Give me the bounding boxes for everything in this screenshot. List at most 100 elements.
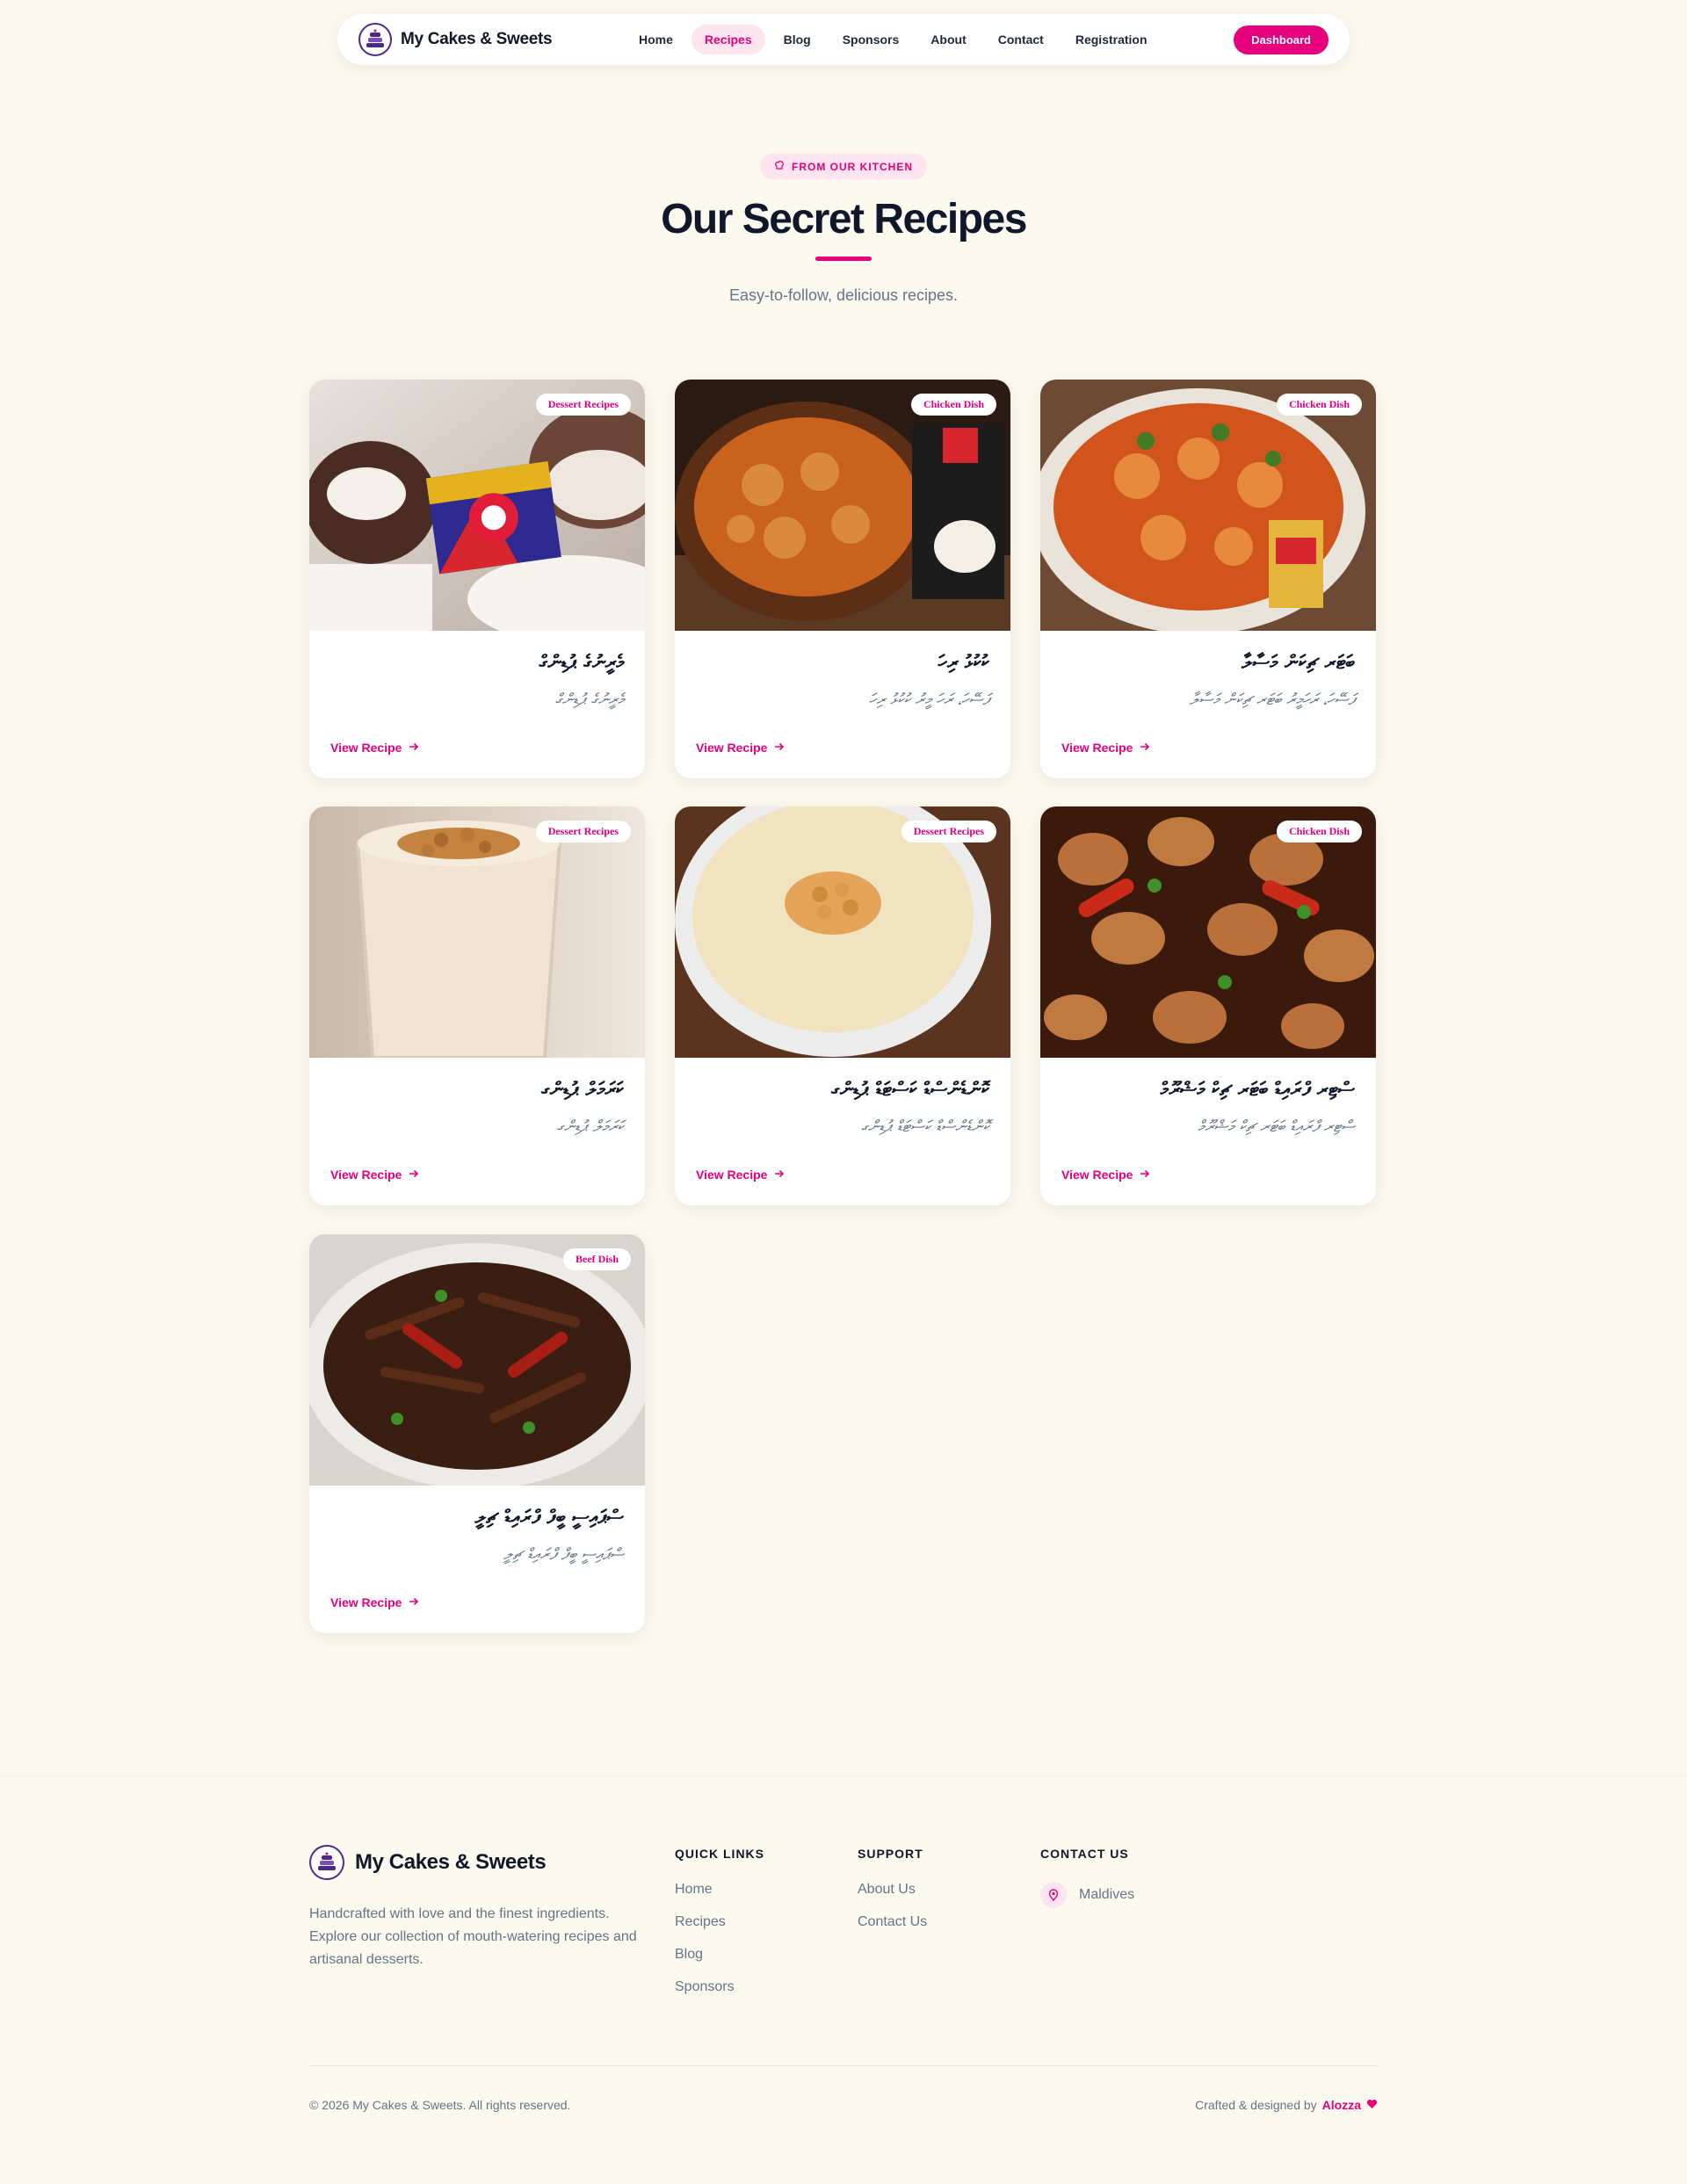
map-pin-icon bbox=[1040, 1882, 1067, 1908]
recipe-title: ކަރަމަލް ޕުޑިންގ bbox=[541, 1079, 624, 1101]
footer-link-blog[interactable]: Blog bbox=[675, 1947, 764, 1963]
recipe-card[interactable]: Dessert Recipes މެރީނުގެ ޕުޑިންގް މެރީނު… bbox=[309, 380, 645, 778]
nav-link-recipes[interactable]: Recipes bbox=[691, 25, 765, 54]
section-eyebrow: FROM OUR KITCHEN bbox=[760, 154, 927, 179]
category-badge: Dessert Recipes bbox=[535, 394, 631, 416]
recipe-image[interactable]: Chicken Dish bbox=[1040, 380, 1376, 631]
view-recipe-link[interactable]: View Recipe bbox=[1061, 1168, 1150, 1182]
category-badge: Dessert Recipes bbox=[901, 821, 996, 843]
cake-logo-icon bbox=[309, 1845, 344, 1880]
recipe-description: މެރީނުގެ ޕުޑިންގް bbox=[554, 691, 624, 709]
view-recipe-label: View Recipe bbox=[330, 741, 402, 755]
category-badge: Dessert Recipes bbox=[535, 821, 631, 843]
recipe-card[interactable]: Dessert Recipes ކަރަމަލް ޕުޑިންގ ކަރަމަލ… bbox=[309, 806, 645, 1205]
copyright-text: © 2026 My Cakes & Sweets. All rights res… bbox=[309, 2098, 571, 2112]
footer-link-home[interactable]: Home bbox=[675, 1882, 764, 1898]
brand-name: My Cakes & Sweets bbox=[401, 30, 553, 48]
nav-link-home[interactable]: Home bbox=[626, 25, 686, 54]
navbar: My Cakes & Sweets Home Recipes Blog Spon… bbox=[337, 14, 1350, 65]
recipe-title: ކުކުޅު ރިހަ bbox=[938, 652, 989, 674]
recipe-card[interactable]: Dessert Recipes ކޮންޑެންސްޑް ކަސްޓަޑް ޕު… bbox=[675, 806, 1010, 1205]
arrow-right-icon bbox=[409, 1168, 419, 1182]
dashboard-button[interactable]: Dashboard bbox=[1234, 25, 1329, 54]
cake-logo-icon bbox=[358, 23, 392, 56]
arrow-right-icon bbox=[1140, 741, 1150, 755]
view-recipe-link[interactable]: View Recipe bbox=[330, 741, 419, 755]
recipe-card[interactable]: Chicken Dish ސްޓިރ ފްރައިޑް ބަޓަރ ޗިކް މ… bbox=[1040, 806, 1376, 1205]
footer-quick-links: QUICK LINKS Home Recipes Blog Sponsors bbox=[675, 1847, 764, 2012]
recipe-description: ފަސޭހަ، ރަހަމީރު ބަޓަރ ޗިކަން މަސާލާ bbox=[1189, 691, 1355, 709]
recipe-title: ސްޕައިސީ ބީފް ފްރައިޑް ޗިލީ bbox=[474, 1507, 624, 1529]
designer-link[interactable]: Alozza bbox=[1322, 2098, 1361, 2112]
footer-divider bbox=[0, 1775, 1687, 1776]
recipe-description: ކޮންޑެންސްޑް ކަސްޓަޑް ޕުޑިންގ bbox=[860, 1117, 989, 1136]
arrow-right-icon bbox=[774, 741, 785, 755]
arrow-right-icon bbox=[409, 1595, 419, 1609]
category-badge: Chicken Dish bbox=[1276, 394, 1362, 416]
nav-link-registration[interactable]: Registration bbox=[1062, 25, 1161, 54]
chef-hat-icon bbox=[774, 160, 785, 173]
recipe-image[interactable]: Dessert Recipes bbox=[675, 806, 1010, 1058]
footer-bottom-divider bbox=[309, 2065, 1378, 2066]
footer-link-about-us[interactable]: About Us bbox=[858, 1882, 927, 1898]
brand[interactable]: My Cakes & Sweets bbox=[358, 23, 622, 56]
footer-column-title: QUICK LINKS bbox=[675, 1847, 764, 1861]
page-subtitle: Easy-to-follow, delicious recipes. bbox=[728, 286, 959, 304]
view-recipe-link[interactable]: View Recipe bbox=[1061, 741, 1150, 755]
view-recipe-link[interactable]: View Recipe bbox=[330, 1595, 419, 1609]
footer-link-recipes[interactable]: Recipes bbox=[675, 1914, 764, 1930]
heart-icon bbox=[1366, 2098, 1378, 2112]
recipe-image[interactable]: Dessert Recipes bbox=[309, 806, 645, 1058]
recipe-title: ކޮންޑެންސްޑް ކަސްޓަޑް ޕުޑިންގ bbox=[831, 1079, 989, 1101]
footer-support: SUPPORT About Us Contact Us bbox=[858, 1847, 927, 1947]
category-badge: Beef Dish bbox=[563, 1248, 631, 1270]
view-recipe-label: View Recipe bbox=[1061, 741, 1133, 755]
footer-column-title: CONTACT US bbox=[1040, 1847, 1129, 1861]
recipe-title: މެރީނުގެ ޕުޑިންގް bbox=[539, 652, 624, 674]
view-recipe-link[interactable]: View Recipe bbox=[696, 1168, 785, 1182]
nav-link-about[interactable]: About bbox=[917, 25, 979, 54]
view-recipe-label: View Recipe bbox=[696, 741, 768, 755]
footer-link-contact-us[interactable]: Contact Us bbox=[858, 1914, 927, 1930]
recipe-title: ސްޓިރ ފްރައިޑް ބަޓަރ ޗިކް މަޝްރޫމް bbox=[1160, 1079, 1355, 1101]
eyebrow-label: FROM OUR KITCHEN bbox=[792, 160, 913, 173]
footer-about: Handcrafted with love and the finest ing… bbox=[309, 1906, 637, 1967]
recipe-card[interactable]: Beef Dish ސްޕައިސީ ބީފް ފްރައިޑް ޗިލީ ސް… bbox=[309, 1234, 645, 1633]
recipe-description: ސްޓިރ ފްރައިޑް ބަޓަރ ޗިކް މަޝްރޫމް bbox=[1198, 1117, 1355, 1136]
contact-location: Maldives bbox=[1040, 1882, 1134, 1908]
recipe-image[interactable]: Dessert Recipes bbox=[309, 380, 645, 631]
arrow-right-icon bbox=[1140, 1168, 1150, 1182]
nav-link-sponsors[interactable]: Sponsors bbox=[829, 25, 913, 54]
view-recipe-link[interactable]: View Recipe bbox=[696, 741, 785, 755]
footer-link-sponsors[interactable]: Sponsors bbox=[675, 1979, 764, 1995]
recipe-image[interactable]: Beef Dish bbox=[309, 1234, 645, 1486]
recipe-title: ބަޓަރ ޗިކަން މަސާލާ bbox=[1242, 652, 1355, 674]
view-recipe-label: View Recipe bbox=[330, 1168, 402, 1182]
category-badge: Chicken Dish bbox=[1276, 821, 1362, 843]
arrow-right-icon bbox=[409, 741, 419, 755]
recipe-description: ކަރަމަލް ޕުޑިންގ bbox=[556, 1117, 624, 1136]
recipe-image[interactable]: Chicken Dish bbox=[1040, 806, 1376, 1058]
recipe-description: ސްޕައިސީ ބީފް ފްރައިޑް ޗިލީ bbox=[503, 1545, 624, 1564]
view-recipe-label: View Recipe bbox=[696, 1168, 768, 1182]
view-recipe-label: View Recipe bbox=[330, 1595, 402, 1609]
footer-column-title: SUPPORT bbox=[858, 1847, 923, 1861]
nav-link-contact[interactable]: Contact bbox=[985, 25, 1057, 54]
location-text: Maldives bbox=[1079, 1887, 1135, 1902]
footer-contact: CONTACT US Maldives bbox=[1040, 1847, 1134, 1908]
nav-links: Home Recipes Blog Sponsors About Contact… bbox=[626, 25, 1161, 54]
view-recipe-link[interactable]: View Recipe bbox=[330, 1168, 419, 1182]
title-underline bbox=[815, 257, 872, 261]
category-badge: Chicken Dish bbox=[910, 394, 996, 416]
recipe-card[interactable]: Chicken Dish ބަޓަރ ޗިކަން މަސާލާ ފަސޭހަ،… bbox=[1040, 380, 1376, 778]
crafted-prefix: Crafted & designed by bbox=[1195, 2098, 1317, 2112]
recipe-card[interactable]: Chicken Dish ކުކުޅު ރިހަ ފަސޭހަ، ރަހަ މީ… bbox=[675, 380, 1010, 778]
arrow-right-icon bbox=[774, 1168, 785, 1182]
view-recipe-label: View Recipe bbox=[1061, 1168, 1133, 1182]
crafted-by: Crafted & designed by Alozza bbox=[1195, 2098, 1378, 2112]
footer-brand[interactable]: My Cakes & Sweets bbox=[309, 1845, 547, 1880]
recipe-description: ފަސޭހަ، ރަހަ މީރު ކުކުޅު ރިހަ bbox=[868, 691, 989, 709]
recipe-image[interactable]: Chicken Dish bbox=[675, 380, 1010, 631]
page-title: Our Secret Recipes bbox=[661, 196, 1027, 242]
nav-link-blog[interactable]: Blog bbox=[771, 25, 824, 54]
